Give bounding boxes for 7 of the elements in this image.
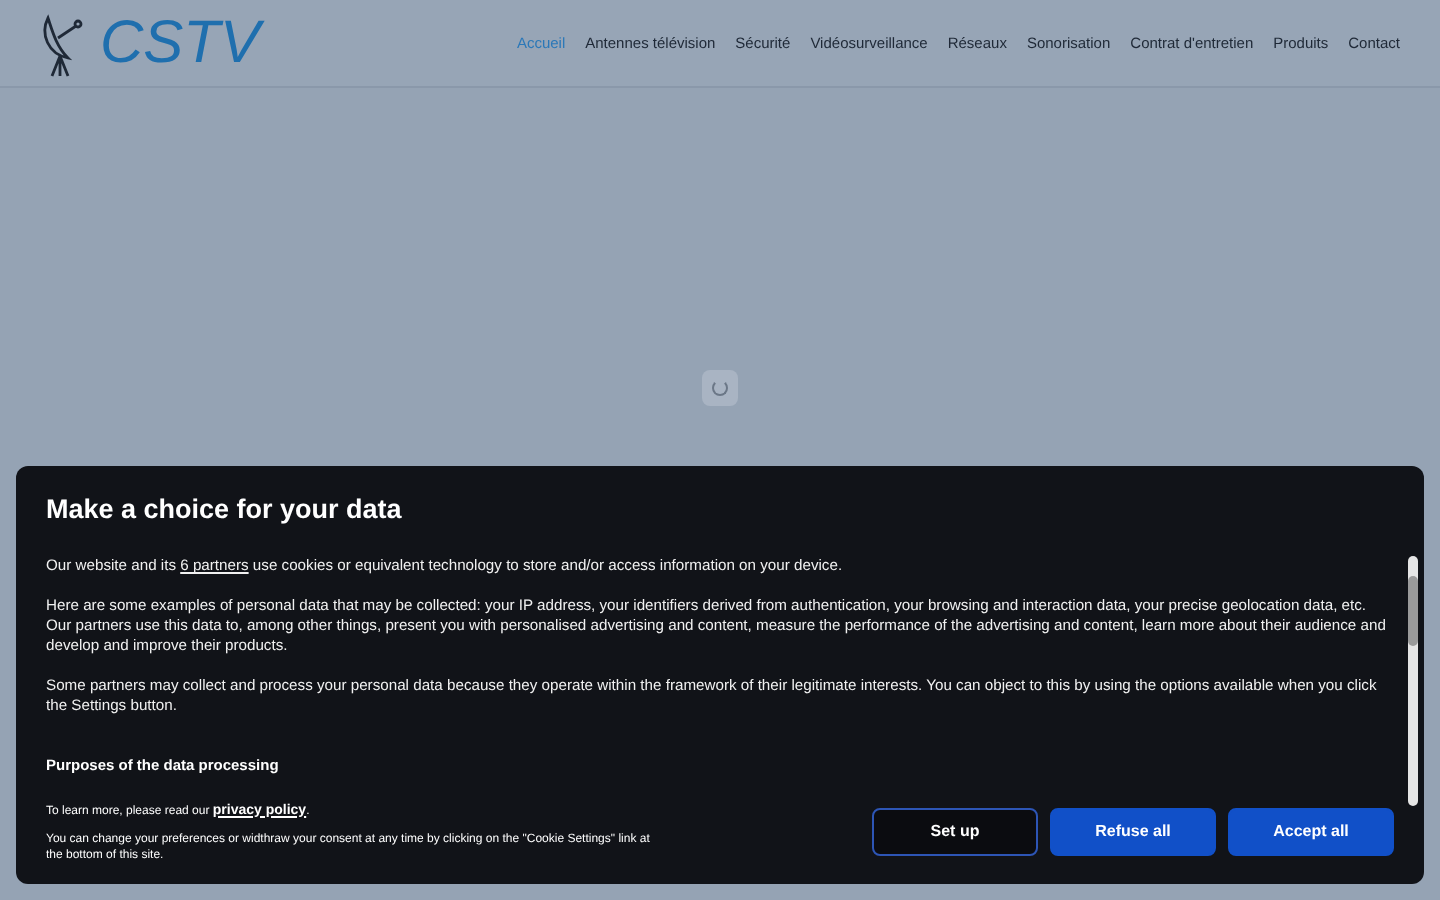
dialog-title: Make a choice for your data [46, 492, 404, 528]
loading-spinner-icon [702, 370, 738, 406]
consent-button[interactable]: Refuse all [1050, 808, 1216, 856]
consent-button[interactable]: Accept all [1228, 808, 1394, 856]
logo-text: CSTV [100, 13, 261, 73]
consent-button[interactable]: Set up [872, 808, 1038, 856]
scrollbar[interactable] [1408, 556, 1418, 807]
